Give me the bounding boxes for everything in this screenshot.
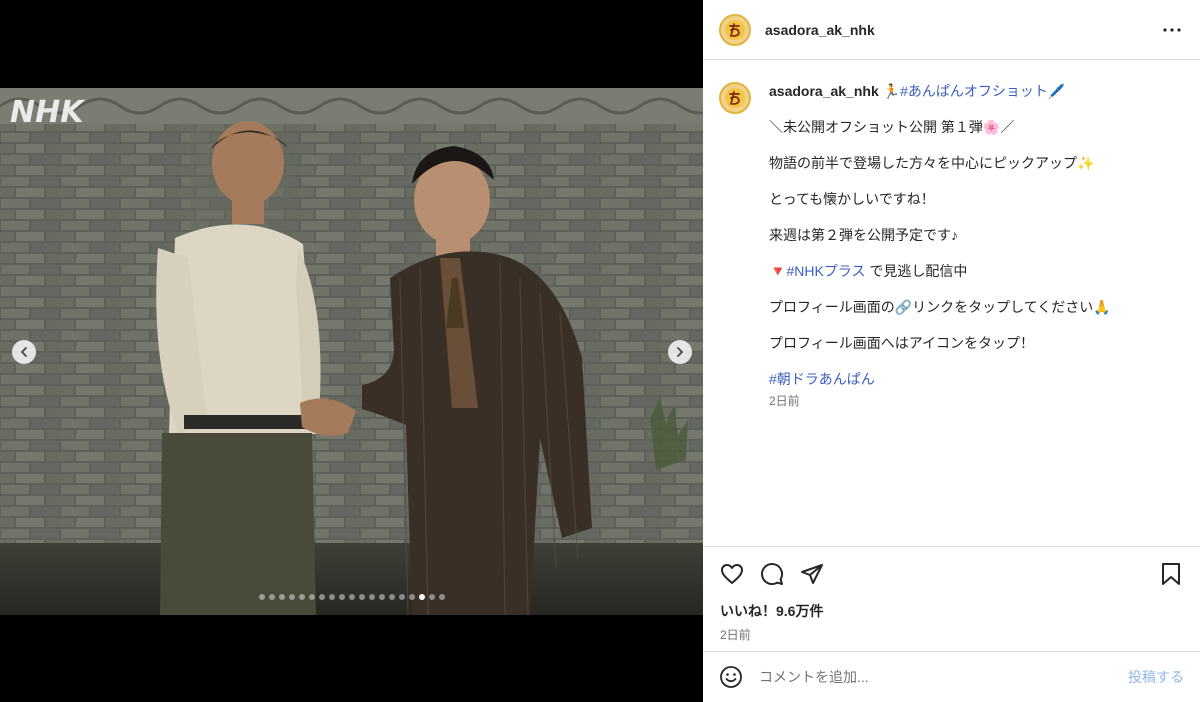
carousel-dot [398,594,405,600]
carousel-dot [388,594,395,600]
header-username[interactable]: asadora_ak_nhk [765,22,875,38]
caption-username[interactable]: asadora_ak_nhk [769,83,879,99]
runner-emoji: 🏃 [882,83,901,99]
caption-line-1: ＼未公開オフショット公開 第１弾🌸／ [769,119,1015,135]
next-image-button[interactable] [668,340,692,364]
save-button[interactable] [1158,561,1184,587]
caption-text: asadora_ak_nhk 🏃#あんぱんオフショット🖊️ ＼未公開オフショット… [769,82,1111,410]
caption-line-5: 🔻#NHKプラス で見逃し配信中 [769,262,1111,280]
avatar[interactable] [719,13,751,46]
carousel-dot [258,594,265,600]
carousel-dot [308,594,315,600]
hashtag-offshot[interactable]: #あんぱんオフショット [900,83,1048,99]
chevron-left-icon [20,347,27,357]
carousel-dot [338,594,345,600]
caption-line-2: 物語の前半で登場した方々を中心にピックアップ✨ [769,155,1095,171]
carousel-dot [438,594,445,600]
comment-button[interactable] [759,561,785,587]
post-caption: asadora_ak_nhk 🏃#あんぱんオフショット🖊️ ＼未公開オフショット… [719,82,1184,410]
carousel-dot [278,594,285,600]
hashtag-nhk-plus[interactable]: #NHKプラス [786,263,865,279]
caption-line-5-text: で見逃し配信中 [865,263,968,279]
nhk-watermark: NHK [10,95,86,130]
carousel-dot [378,594,385,600]
action-bar [703,547,1200,601]
comment-bar: 投稿する [703,651,1200,702]
asadora-logo-icon [725,88,745,108]
like-button[interactable] [719,561,745,587]
post-photo: NHK [0,88,703,615]
comment-icon [761,563,784,586]
carousel-dot [298,594,305,600]
carousel-dot [428,594,435,600]
carousel-dot [328,594,335,600]
heart-icon [721,564,743,584]
post-panel: asadora_ak_nhk asadora_ak_nhk 🏃#あんぱんオフショ… [703,0,1200,702]
red-triangle-icon: 🔻 [769,263,787,279]
caption-line-8: #朝ドラあんぱん [769,370,1111,388]
hashtag-asadora-anpan[interactable]: #朝ドラあんぱん [769,371,875,387]
carousel-indicator [0,594,703,600]
caption-timestamp: 2日前 [769,394,800,408]
post-actions-section: いいね！9.6万件 2日前 [703,546,1200,643]
post-comment-button[interactable]: 投稿する [1128,667,1184,687]
carousel-dot [318,594,325,600]
caption-line-6: プロフィール画面の🔗リンクをタップしてください🙏 [769,299,1111,315]
likes-count[interactable]: いいね！9.6万件 [703,601,1200,621]
media-viewer: NHK [0,0,703,702]
carousel-dot [358,594,365,600]
paper-plane-icon [801,564,823,584]
carousel-dot [288,594,295,600]
carousel-dot [408,594,415,600]
previous-image-button[interactable] [12,340,36,364]
comment-input[interactable] [757,668,1128,686]
post-timestamp: 2日前 [720,628,751,642]
asadora-logo-icon [725,19,745,40]
share-button[interactable] [799,561,825,587]
caption-line-3: とっても懐かしいですね！ [769,191,935,207]
caption-first-line: asadora_ak_nhk 🏃#あんぱんオフショット🖊️ [769,82,1111,100]
carousel-dot [368,594,375,600]
more-horizontal-icon [1163,27,1181,32]
caption-line-4: 来週は第２弾を公開予定です♪ [769,227,958,243]
bookmark-icon [1162,563,1180,585]
caption-line-7: プロフィール画面へはアイコンをタップ！ [769,335,1035,351]
pen-emoji: 🖊️ [1047,83,1066,99]
more-options-button[interactable] [1160,18,1184,42]
carousel-dot-active [418,594,425,600]
carousel-dot [268,594,275,600]
carousel-dot [348,594,355,600]
post-header: asadora_ak_nhk [703,0,1200,60]
chevron-right-icon [677,347,684,357]
caption-avatar[interactable] [719,82,751,114]
emoji-icon[interactable] [719,665,743,689]
